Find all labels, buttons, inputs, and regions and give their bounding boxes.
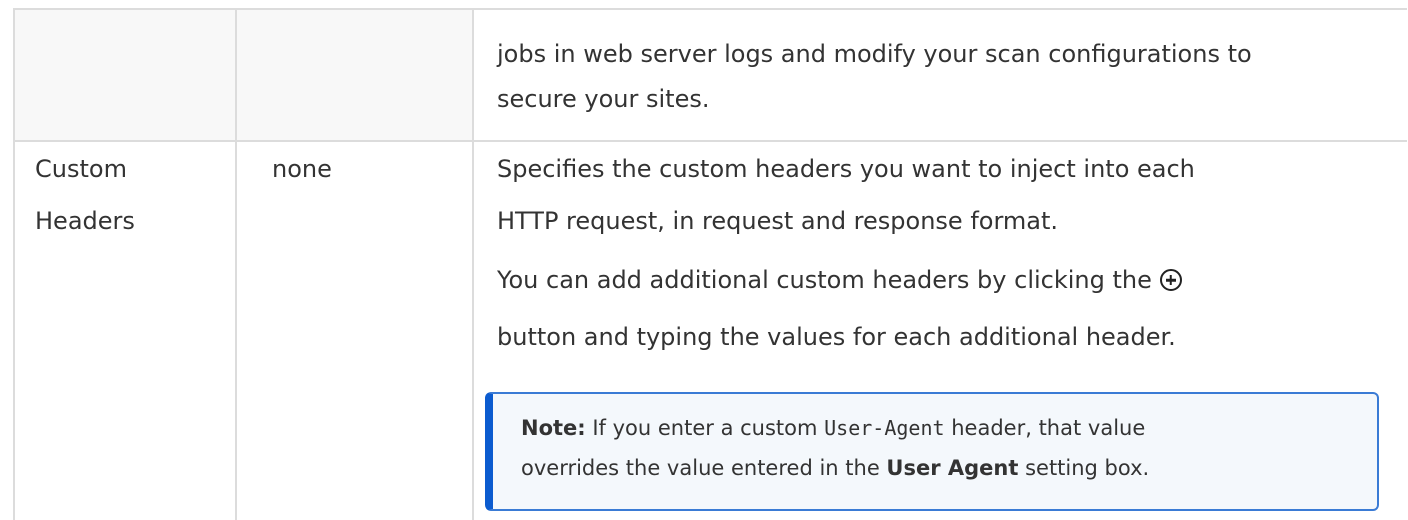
code-term: User-Agent: [824, 416, 945, 440]
description-text: You can add additional custom headers by…: [497, 258, 1182, 303]
note-line-2: overrides the value entered in the User …: [521, 449, 1149, 487]
setting-name: Custom: [35, 155, 127, 183]
note-text: If you enter a custom: [585, 416, 825, 440]
description-text: HTTP request, in request and response fo…: [497, 207, 1059, 235]
description-text: secure your sites.: [497, 85, 710, 113]
note-text: header, that value: [944, 416, 1146, 440]
note-text: overrides the value entered in the: [521, 456, 887, 480]
default-value: none: [272, 155, 332, 183]
column-divider-1: [235, 10, 237, 520]
note-line-1: Note: If you enter a custom User-Agent h…: [521, 409, 1145, 447]
setting-name: Headers: [35, 207, 135, 235]
table-cell-shaded: [15, 10, 474, 142]
row-divider: [15, 140, 1407, 142]
column-divider-2: [472, 10, 474, 520]
note-label: Note:: [521, 416, 586, 440]
description-text: button and typing the values for each ad…: [497, 323, 1176, 351]
bold-term: User Agent: [886, 456, 1019, 480]
description-text-inline: You can add additional custom headers by…: [497, 266, 1152, 294]
description-text: jobs in web server logs and modify your …: [497, 40, 1252, 68]
note-text: setting box.: [1018, 456, 1150, 480]
description-text: Specifies the custom headers you want to…: [497, 155, 1195, 183]
note-callout: Note: If you enter a custom User-Agent h…: [485, 392, 1379, 511]
plus-circle-icon: [1159, 269, 1182, 291]
